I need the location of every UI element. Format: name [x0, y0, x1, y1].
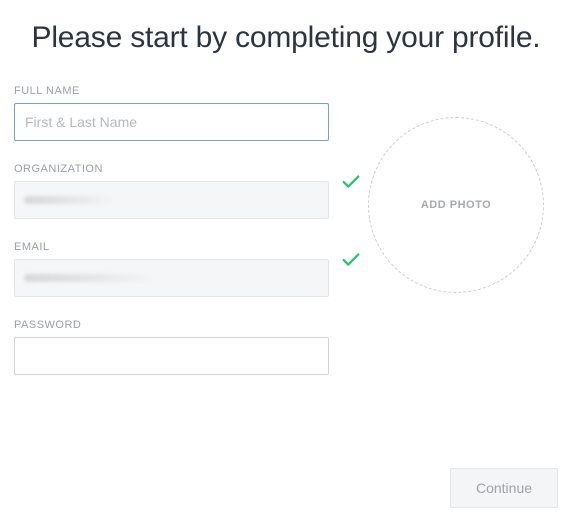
page-heading: Please start by completing your profile. — [14, 18, 558, 57]
email-input[interactable] — [14, 259, 329, 297]
add-photo-label: ADD PHOTO — [421, 199, 491, 211]
form-column: FULL NAME ORGANIZATION EMAIL PAS — [14, 85, 354, 397]
full-name-field-wrap: FULL NAME — [14, 85, 354, 141]
password-input[interactable] — [14, 337, 329, 375]
full-name-input[interactable] — [14, 103, 329, 141]
password-field-wrap: PASSWORD — [14, 319, 354, 375]
photo-column: ADD PHOTO — [354, 85, 558, 397]
content-row: FULL NAME ORGANIZATION EMAIL PAS — [14, 85, 558, 397]
continue-button[interactable]: Continue — [450, 468, 558, 508]
email-field-wrap: EMAIL — [14, 241, 354, 297]
organization-field-wrap: ORGANIZATION — [14, 163, 354, 219]
password-label: PASSWORD — [14, 319, 354, 331]
full-name-label: FULL NAME — [14, 85, 354, 97]
organization-input[interactable] — [14, 181, 329, 219]
organization-label: ORGANIZATION — [14, 163, 354, 175]
add-photo-circle[interactable]: ADD PHOTO — [368, 117, 544, 293]
email-label: EMAIL — [14, 241, 354, 253]
